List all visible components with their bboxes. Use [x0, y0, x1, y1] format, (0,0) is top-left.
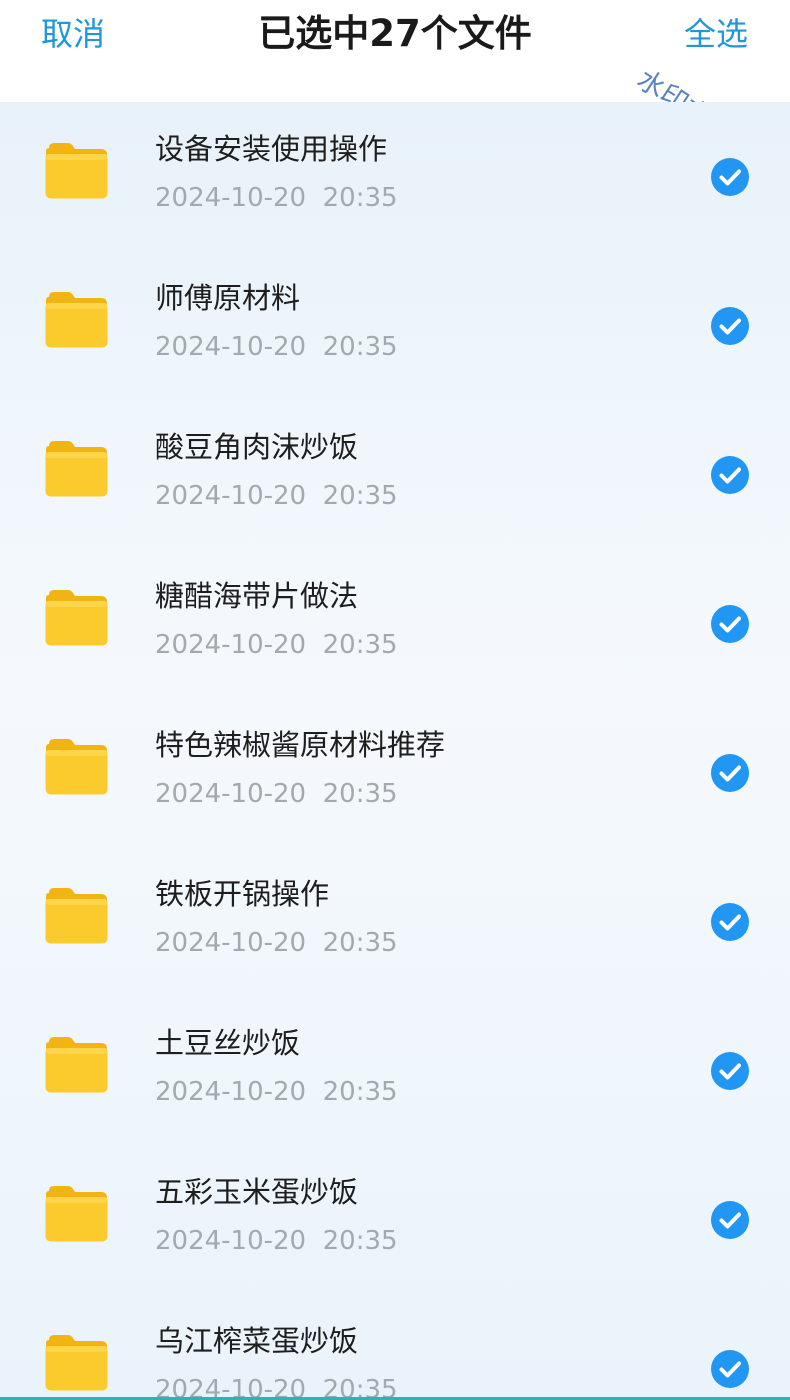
list-item[interactable]: 酸豆角肉沫炒饭 2024-10-20 20:35	[0, 400, 790, 549]
file-timestamp: 2024-10-20 20:35	[155, 1223, 398, 1259]
list-item[interactable]: 五彩玉米蛋炒饭 2024-10-20 20:35	[0, 1145, 790, 1294]
file-timestamp: 2024-10-20 20:35	[155, 478, 398, 514]
file-time: 20:35	[322, 928, 398, 958]
top-bar: 取消 已选中27个文件 全选	[0, 0, 790, 102]
file-name: 特色辣椒酱原材料推荐	[155, 728, 446, 762]
file-date: 2024-10-20	[155, 928, 307, 958]
list-item[interactable]: 特色辣椒酱原材料推荐 2024-10-20 20:35	[0, 698, 790, 847]
folder-icon	[45, 1036, 108, 1093]
folder-icon	[45, 887, 108, 944]
file-time: 20:35	[322, 1226, 398, 1256]
checkmark-icon[interactable]	[711, 754, 749, 792]
list-item[interactable]: 师傅原材料 2024-10-20 20:35	[0, 251, 790, 400]
file-timestamp: 2024-10-20 20:35	[155, 180, 398, 216]
file-date: 2024-10-20	[155, 630, 307, 660]
file-name: 铁板开锅操作	[155, 877, 330, 911]
list-item[interactable]: 铁板开锅操作 2024-10-20 20:35	[0, 847, 790, 996]
file-date: 2024-10-20	[155, 183, 307, 213]
file-date: 2024-10-20	[155, 1226, 307, 1256]
select-all-button[interactable]: 全选	[684, 12, 748, 56]
file-timestamp: 2024-10-20 20:35	[155, 1074, 398, 1110]
file-name: 师傅原材料	[155, 281, 301, 315]
folder-icon	[45, 1185, 108, 1242]
file-timestamp: 2024-10-20 20:35	[155, 925, 398, 961]
file-time: 20:35	[322, 630, 398, 660]
file-list[interactable]: 设备安装使用操作 2024-10-20 20:35 师傅原材料 2024-10-20 …	[0, 102, 790, 1400]
folder-icon	[45, 142, 108, 199]
file-time: 20:35	[322, 332, 398, 362]
file-time: 20:35	[322, 1077, 398, 1107]
file-time: 20:35	[322, 183, 398, 213]
checkmark-icon[interactable]	[711, 158, 749, 196]
folder-icon	[45, 1334, 108, 1391]
file-name: 酸豆角肉沫炒饭	[155, 430, 359, 464]
file-time: 20:35	[322, 481, 398, 511]
checkmark-icon[interactable]	[711, 456, 749, 494]
checkmark-icon[interactable]	[711, 1201, 749, 1239]
folder-icon	[45, 291, 108, 348]
file-timestamp: 2024-10-20 20:35	[155, 776, 398, 812]
file-timestamp: 2024-10-20 20:35	[155, 329, 398, 365]
folder-icon	[45, 440, 108, 497]
file-date: 2024-10-20	[155, 332, 307, 362]
folder-icon	[45, 738, 108, 795]
file-timestamp: 2024-10-20 20:35	[155, 1372, 398, 1400]
checkmark-icon[interactable]	[711, 307, 749, 345]
file-name: 五彩玉米蛋炒饭	[155, 1175, 359, 1209]
list-item[interactable]: 土豆丝炒饭 2024-10-20 20:35	[0, 996, 790, 1145]
file-name: 土豆丝炒饭	[155, 1026, 301, 1060]
page-title: 已选中27个文件	[258, 12, 532, 55]
file-name: 糖醋海带片做法	[155, 579, 359, 613]
file-date: 2024-10-20	[155, 779, 307, 809]
checkmark-icon[interactable]	[711, 1350, 749, 1388]
checkmark-icon[interactable]	[711, 605, 749, 643]
folder-icon	[45, 589, 108, 646]
checkmark-icon[interactable]	[711, 1052, 749, 1090]
file-name: 乌江榨菜蛋炒饭	[155, 1324, 359, 1358]
list-item[interactable]: 设备安装使用操作 2024-10-20 20:35	[0, 102, 790, 251]
file-date: 2024-10-20	[155, 1077, 307, 1107]
checkmark-icon[interactable]	[711, 903, 749, 941]
file-date: 2024-10-20	[155, 481, 307, 511]
file-name: 设备安装使用操作	[155, 132, 388, 166]
file-time: 20:35	[322, 779, 398, 809]
list-item[interactable]: 糖醋海带片做法 2024-10-20 20:35	[0, 549, 790, 698]
file-timestamp: 2024-10-20 20:35	[155, 627, 398, 663]
list-item[interactable]: 乌江榨菜蛋炒饭 2024-10-20 20:35	[0, 1294, 790, 1400]
